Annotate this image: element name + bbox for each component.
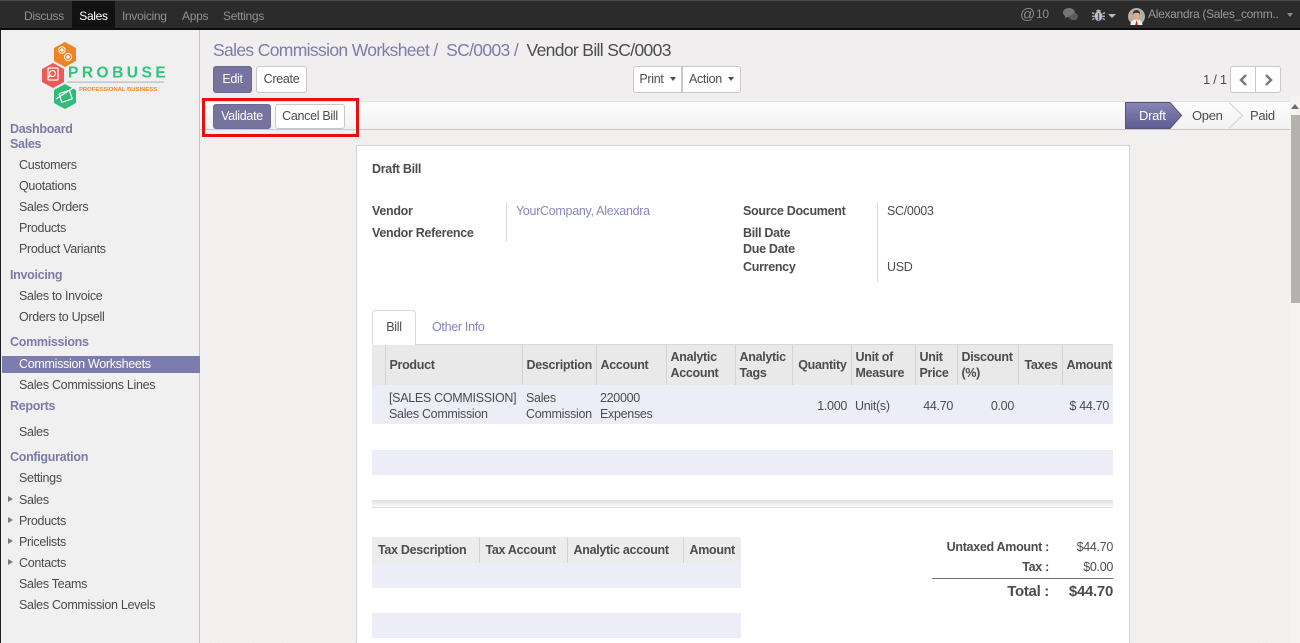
svg-text:PROFESSIONAL BUSINESS: PROFESSIONAL BUSINESS [79,87,157,93]
svg-text:PROBUSE: PROBUSE [68,65,166,82]
